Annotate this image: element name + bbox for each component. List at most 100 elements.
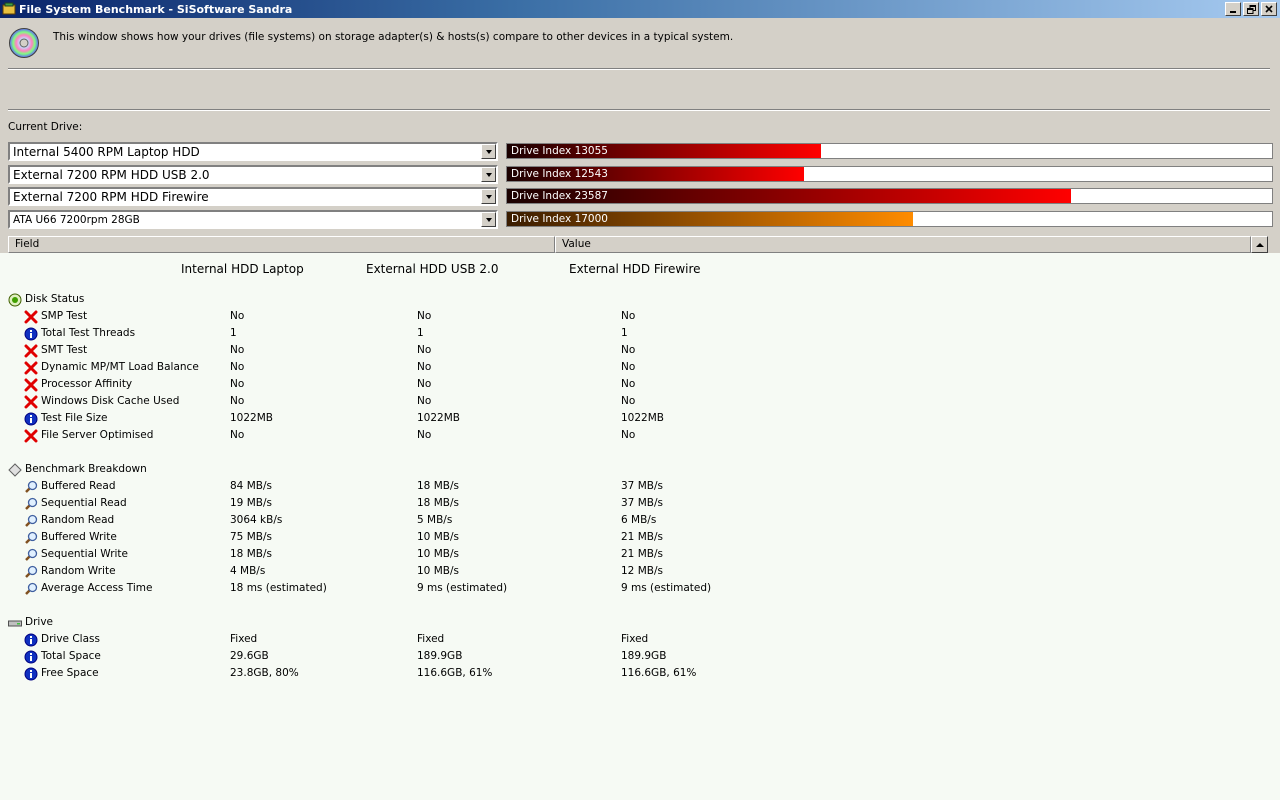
field-value: Fixed [621, 633, 649, 645]
field-value: 37 MB/s [621, 497, 663, 509]
table-row[interactable]: SMP Test No No No [0, 309, 1280, 325]
table-row[interactable]: SMT Test No No No [0, 343, 1280, 359]
drive-index-label: Drive Index 13055 [511, 145, 608, 157]
column-header-field[interactable]: Field [8, 236, 555, 253]
section-header[interactable]: Disk Status [0, 292, 1280, 308]
table-row[interactable]: Processor Affinity No No No [0, 377, 1280, 393]
field-value: No [417, 361, 432, 373]
scroll-up-button[interactable] [1251, 236, 1268, 253]
field-value: Fixed [417, 633, 445, 645]
field-value: 1022MB [417, 412, 460, 424]
current-drive-label: Current Drive: [8, 121, 83, 133]
field-value: Fixed [230, 633, 258, 645]
minimize-button[interactable] [1225, 2, 1241, 16]
field-value: 75 MB/s [230, 531, 272, 543]
dropdown-button[interactable] [481, 144, 496, 159]
drive-select[interactable]: External 7200 RPM HDD USB 2.0 [8, 165, 498, 184]
field-value: 5 MB/s [417, 514, 453, 526]
info-icon [24, 667, 38, 681]
magnifier-icon [24, 531, 38, 545]
field-label: Drive Class [41, 633, 100, 645]
field-label: Windows Disk Cache Used [41, 395, 180, 407]
info-header: This window shows how your drives (file … [0, 18, 1280, 70]
field-label: Sequential Write [41, 548, 129, 560]
field-label: File Server Optimised [41, 429, 154, 441]
table-row[interactable]: Dynamic MP/MT Load Balance No No No [0, 360, 1280, 376]
title-bar[interactable]: File System Benchmark - SiSoftware Sandr… [0, 0, 1280, 18]
field-value: No [621, 378, 636, 390]
section-header[interactable]: Benchmark Breakdown [0, 462, 1280, 478]
field-value: 19 MB/s [230, 497, 272, 509]
table-row[interactable]: Total Space 29.6GB 189.9GB 189.9GB [0, 649, 1280, 665]
section-title: Disk Status [25, 293, 85, 305]
field-value: 1022MB [621, 412, 664, 424]
field-value: 4 MB/s [230, 565, 266, 577]
green-disc-icon [8, 293, 22, 307]
info-icon [24, 327, 38, 341]
restore-button[interactable] [1243, 2, 1259, 16]
field-label: Total Space [41, 650, 101, 662]
table-row[interactable]: File Server Optimised No No No [0, 428, 1280, 444]
field-value: 6 MB/s [621, 514, 657, 526]
info-icon [24, 412, 38, 426]
field-value: 10 MB/s [417, 565, 459, 577]
report-column-header: External HDD Firewire [569, 262, 701, 276]
chevron-down-icon [485, 149, 492, 154]
table-row[interactable]: Average Access Time 18 ms (estimated) 9 ms… [0, 581, 1280, 597]
red-x-icon [24, 344, 38, 358]
table-row[interactable]: Windows Disk Cache Used No No No [0, 394, 1280, 410]
table-row[interactable]: Random Read 3064 kB/s 5 MB/s 6 MB/s [0, 513, 1280, 529]
dropdown-button[interactable] [481, 212, 496, 227]
red-x-icon [24, 361, 38, 375]
red-x-icon [24, 395, 38, 409]
table-row[interactable]: Buffered Write 75 MB/s 10 MB/s 21 MB/s [0, 530, 1280, 546]
drive-index-bar: Drive Index 17000 [506, 211, 1273, 227]
info-message: This window shows how your drives (file … [53, 31, 734, 43]
field-value: 189.9GB [621, 650, 667, 662]
field-value: No [230, 429, 245, 441]
field-label: Random Read [41, 514, 115, 526]
drive-row: External 7200 RPM HDD Firewire Drive Ind… [8, 187, 1274, 206]
table-row[interactable]: Free Space 23.8GB, 80% 116.6GB, 61% 116.6GB… [0, 666, 1280, 682]
table-row[interactable]: Random Write 4 MB/s 10 MB/s 12 MB/s [0, 564, 1280, 580]
sandra-app-icon [2, 2, 16, 15]
field-value: 18 MB/s [230, 548, 272, 560]
field-value: No [621, 361, 636, 373]
field-value: 21 MB/s [621, 548, 663, 560]
field-label: Buffered Read [41, 480, 116, 492]
field-label: Average Access Time [41, 582, 153, 594]
drive-row: Internal 5400 RPM Laptop HDD Drive Index… [8, 142, 1274, 161]
field-value: 10 MB/s [417, 531, 459, 543]
field-value: No [417, 429, 432, 441]
field-value: 18 MB/s [417, 480, 459, 492]
field-label: Test File Size [41, 412, 108, 424]
drive-select[interactable]: External 7200 RPM HDD Firewire [8, 187, 498, 206]
field-value: 1 [230, 327, 237, 339]
field-value: 116.6GB, 61% [621, 667, 697, 679]
drive-select[interactable]: Internal 5400 RPM Laptop HDD [8, 142, 498, 161]
section-header[interactable]: Drive [0, 615, 1280, 631]
close-button[interactable] [1261, 2, 1277, 16]
drive-index-bar: Drive Index 13055 [506, 143, 1273, 159]
field-value: 29.6GB [230, 650, 269, 662]
drive-icon [8, 616, 22, 630]
magnifier-icon [24, 514, 38, 528]
dropdown-button[interactable] [481, 189, 496, 204]
field-label: Sequential Read [41, 497, 127, 509]
table-row[interactable]: Sequential Read 19 MB/s 18 MB/s 37 MB/s [0, 496, 1280, 512]
field-value: 1 [621, 327, 628, 339]
table-row[interactable]: Total Test Threads 1 1 1 [0, 326, 1280, 342]
drive-select[interactable]: ATA U66 7200rpm 28GB [8, 210, 498, 229]
field-value: 12 MB/s [621, 565, 663, 577]
table-row[interactable]: Drive Class Fixed Fixed Fixed [0, 632, 1280, 648]
drive-index-label: Drive Index 23587 [511, 190, 608, 202]
drive-select-value: ATA U66 7200rpm 28GB [13, 213, 140, 226]
table-row[interactable]: Sequential Write 18 MB/s 10 MB/s 21 MB/s [0, 547, 1280, 563]
field-value: No [230, 344, 245, 356]
table-row[interactable]: Test File Size 1022MB 1022MB 1022MB [0, 411, 1280, 427]
column-header-value[interactable]: Value [555, 236, 1251, 253]
field-label: SMT Test [41, 344, 88, 356]
drive-row: ATA U66 7200rpm 28GB Drive Index 17000 [8, 210, 1274, 229]
dropdown-button[interactable] [481, 167, 496, 182]
table-row[interactable]: Buffered Read 84 MB/s 18 MB/s 37 MB/s [0, 479, 1280, 495]
